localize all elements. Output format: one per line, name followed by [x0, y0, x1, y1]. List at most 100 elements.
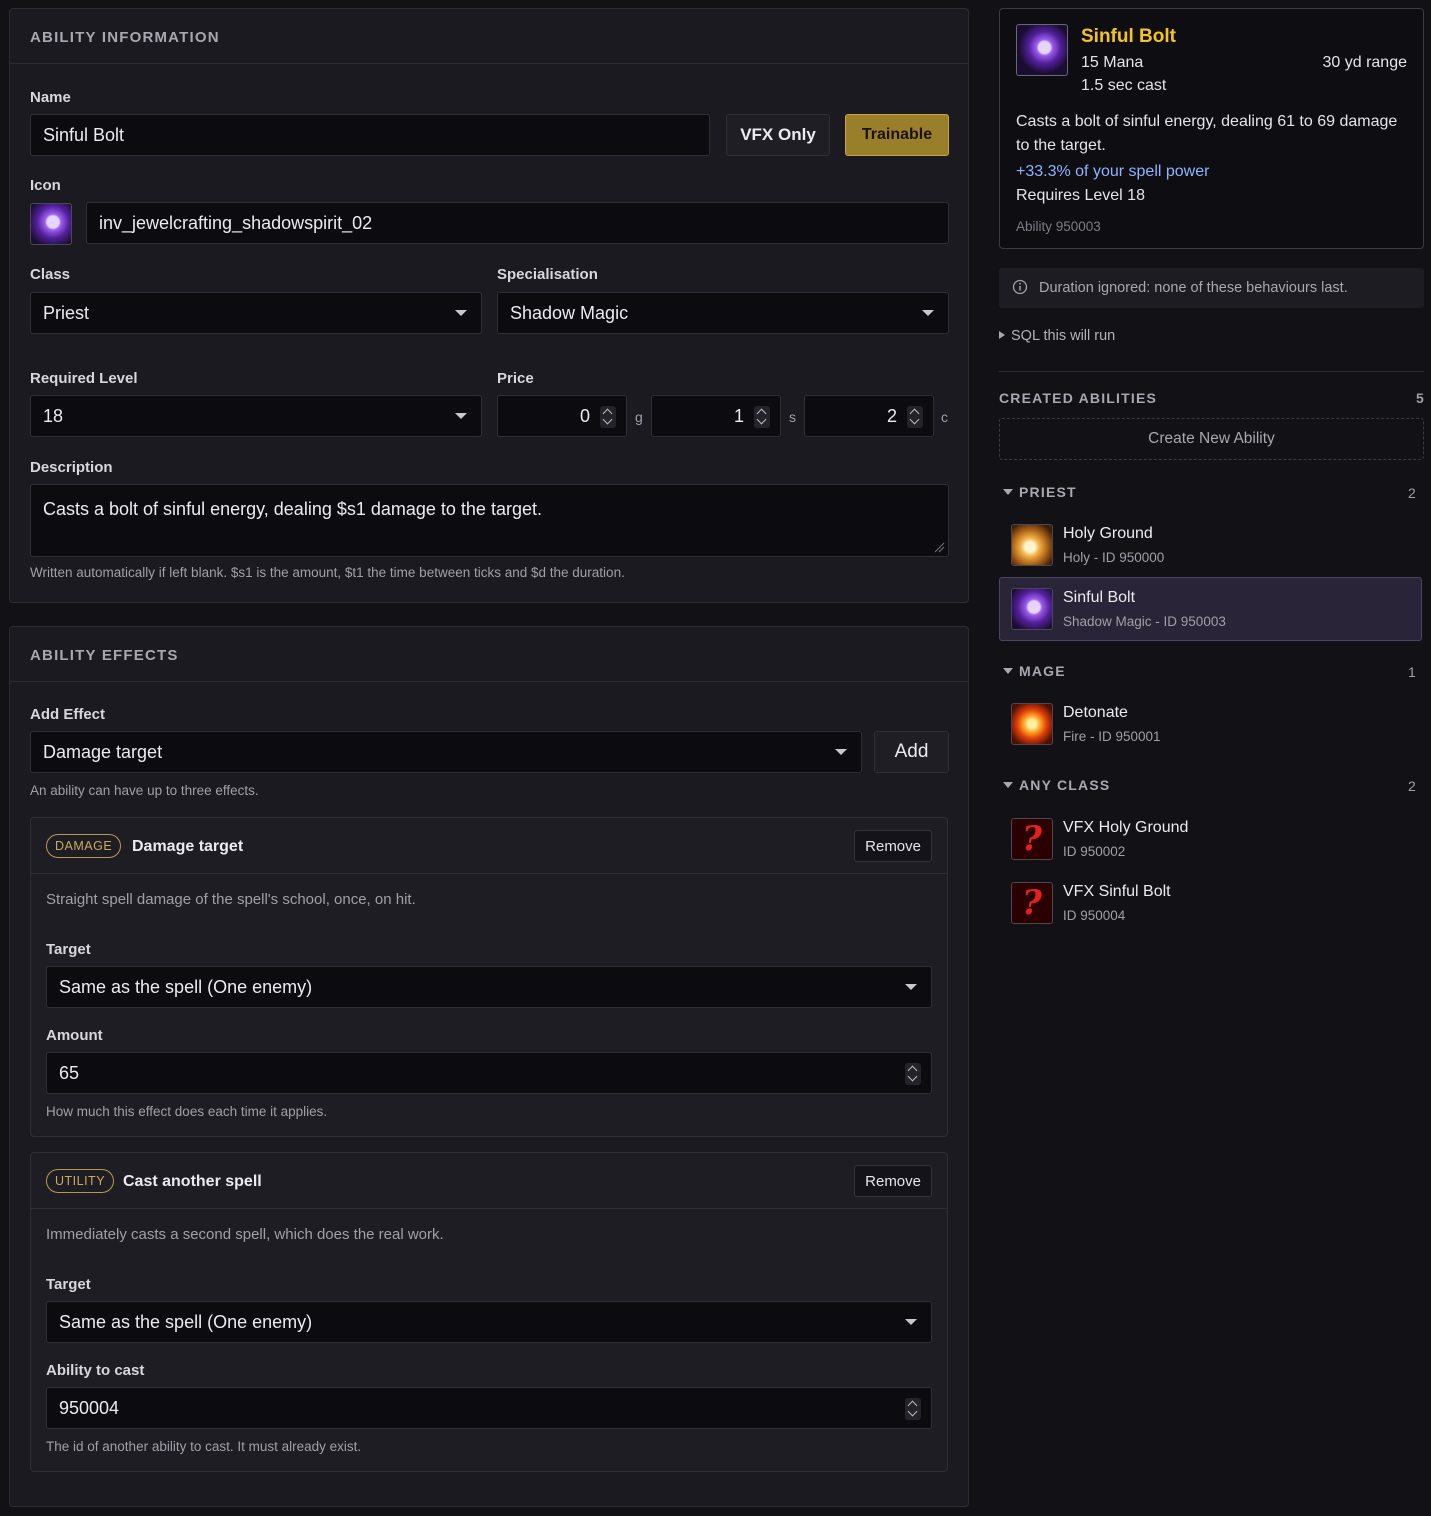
chevron-down-icon — [922, 310, 934, 316]
description-textarea[interactable]: Casts a bolt of sinful energy, dealing $… — [30, 484, 949, 557]
price-silver-value: 1 — [733, 405, 744, 426]
ability-item-vfx-holy-ground[interactable]: ? VFX Holy Ground ID 950002 — [999, 807, 1422, 871]
spec-select[interactable]: Shadow Magic — [497, 292, 949, 334]
amount-hint: How much this effect does each time it a… — [46, 1104, 328, 1119]
detonate-icon — [1011, 703, 1053, 745]
name-label: Name — [30, 89, 71, 106]
ability-name: Detonate — [1063, 704, 1128, 721]
group-name: MAGE — [1019, 663, 1066, 679]
sql-toggle[interactable]: SQL this will run — [999, 328, 1115, 344]
trainable-button[interactable]: Trainable — [845, 114, 949, 156]
ability-sub: ID 950004 — [1063, 908, 1126, 923]
spec-select-value: Shadow Magic — [510, 302, 629, 323]
sql-toggle-label: SQL this will run — [1011, 328, 1116, 344]
target-label: Target — [46, 941, 91, 958]
chevron-down-icon — [905, 1319, 917, 1325]
remove-effect-button[interactable]: Remove — [854, 1165, 932, 1197]
created-abilities-header: CREATED ABILITIES — [999, 390, 1158, 406]
amount-input[interactable]: 65 — [46, 1052, 932, 1094]
silver-unit: s — [789, 409, 796, 425]
tooltip-bonus: +33.3% of your spell power — [1016, 163, 1210, 180]
tooltip-requires: Requires Level 18 — [1016, 187, 1145, 204]
gold-unit: g — [635, 409, 643, 425]
panel-header: ABILITY EFFECTS — [10, 627, 968, 682]
price-gold-input[interactable]: 0 — [497, 395, 627, 437]
effect-description: Immediately casts a second spell, which … — [46, 1226, 444, 1243]
target-label: Target — [46, 1276, 91, 1293]
price-copper-value: 2 — [886, 405, 897, 426]
tooltip-range: 30 yd range — [1322, 54, 1407, 71]
ability-item-vfx-sinful-bolt[interactable]: ? VFX Sinful Bolt ID 950004 — [999, 871, 1422, 935]
ability-item-holy-ground[interactable]: Holy Ground Holy - ID 950000 — [999, 513, 1422, 577]
price-copper-input[interactable]: 2 — [804, 395, 934, 437]
target-select[interactable]: Same as the spell (One enemy) — [46, 966, 932, 1008]
ability-to-cast-input[interactable]: 950004 — [46, 1387, 932, 1429]
group-count: 2 — [1408, 485, 1416, 501]
remove-effect-button[interactable]: Remove — [854, 830, 932, 862]
level-select[interactable]: 18 — [30, 395, 482, 437]
price-silver-input[interactable]: 1 — [651, 395, 781, 437]
ability-item-detonate[interactable]: Detonate Fire - ID 950001 — [999, 692, 1422, 756]
info-icon — [1012, 279, 1028, 295]
effect-card-damage: DAMAGE Damage target Remove Straight spe… — [30, 817, 948, 1137]
chevron-down-icon — [1003, 782, 1013, 788]
group-name: PRIEST — [1019, 484, 1077, 500]
ability-information-panel: ABILITY INFORMATION Name Sinful Bolt VFX… — [9, 8, 969, 603]
ability-tooltip-preview: Sinful Bolt 15 Mana 30 yd range 1.5 sec … — [999, 8, 1424, 249]
chevron-down-icon — [1003, 668, 1013, 674]
duration-notice: Duration ignored: none of these behaviou… — [999, 268, 1424, 308]
ability-name: Holy Ground — [1063, 525, 1153, 542]
tooltip-cast: 1.5 sec cast — [1081, 77, 1167, 94]
question-mark-icon: ? — [1011, 818, 1053, 860]
effect-header: UTILITY Cast another spell Remove — [31, 1153, 947, 1209]
class-select[interactable]: Priest — [30, 292, 482, 334]
group-header-priest[interactable]: PRIEST 2 — [999, 482, 1424, 504]
chevron-down-icon — [835, 749, 847, 755]
chevron-down-icon — [1003, 489, 1013, 495]
vfx-only-button[interactable]: VFX Only — [726, 114, 830, 156]
notice-text: Duration ignored: none of these behaviou… — [1039, 280, 1348, 296]
group-header-any-class[interactable]: ANY CLASS 2 — [999, 775, 1424, 797]
effect-header: DAMAGE Damage target Remove — [31, 818, 947, 874]
ability-sub: ID 950002 — [1063, 844, 1126, 859]
group-header-mage[interactable]: MAGE 1 — [999, 661, 1424, 683]
effect-description: Straight spell damage of the spell's sch… — [46, 891, 416, 908]
ability-name: Sinful Bolt — [1063, 589, 1136, 606]
ability-sub: Shadow Magic - ID 950003 — [1063, 614, 1226, 629]
target-select-value: Same as the spell (One enemy) — [59, 976, 313, 997]
create-new-ability-button[interactable]: Create New Ability — [999, 418, 1424, 460]
spinner-icon[interactable] — [905, 1398, 921, 1420]
name-input[interactable]: Sinful Bolt — [30, 114, 710, 156]
ability-to-cast-label: Ability to cast — [46, 1362, 145, 1379]
icon-input[interactable]: inv_jewelcrafting_shadowspirit_02 — [86, 202, 949, 244]
group-count: 2 — [1408, 778, 1416, 794]
triangle-right-icon — [999, 331, 1005, 339]
ability-sub: Holy - ID 950000 — [1063, 550, 1165, 565]
spinner-icon[interactable] — [600, 406, 616, 428]
icon-label: Icon — [30, 177, 61, 194]
add-effect-button[interactable]: Add — [874, 731, 949, 773]
spinner-icon[interactable] — [754, 406, 770, 428]
create-new-ability-label: Create New Ability — [1148, 430, 1275, 447]
ability-item-sinful-bolt[interactable]: Sinful Bolt Shadow Magic - ID 950003 — [999, 577, 1422, 641]
group-count: 1 — [1408, 664, 1416, 680]
add-effect-select[interactable]: Damage target — [30, 731, 862, 773]
divider — [999, 371, 1424, 372]
description-hint: Written automatically if left blank. $s1… — [30, 565, 625, 580]
ability-name: VFX Holy Ground — [1063, 819, 1189, 836]
spinner-icon[interactable] — [907, 406, 923, 428]
amount-value: 65 — [59, 1062, 80, 1083]
effect-card-utility: UTILITY Cast another spell Remove Immedi… — [30, 1152, 948, 1472]
target-select[interactable]: Same as the spell (One enemy) — [46, 1301, 932, 1343]
ability-sub: Fire - ID 950001 — [1063, 729, 1161, 744]
group-name: ANY CLASS — [1019, 777, 1111, 793]
chevron-down-icon — [455, 413, 467, 419]
ability-to-cast-value: 950004 — [59, 1397, 120, 1418]
spec-label: Specialisation — [497, 266, 598, 283]
spinner-icon[interactable] — [905, 1063, 921, 1085]
add-effect-value: Damage target — [43, 741, 163, 762]
resize-handle-icon[interactable] — [933, 541, 945, 553]
level-select-value: 18 — [43, 405, 64, 426]
effect-type-badge: UTILITY — [46, 1169, 115, 1193]
add-effect-label: Add Effect — [30, 706, 105, 723]
